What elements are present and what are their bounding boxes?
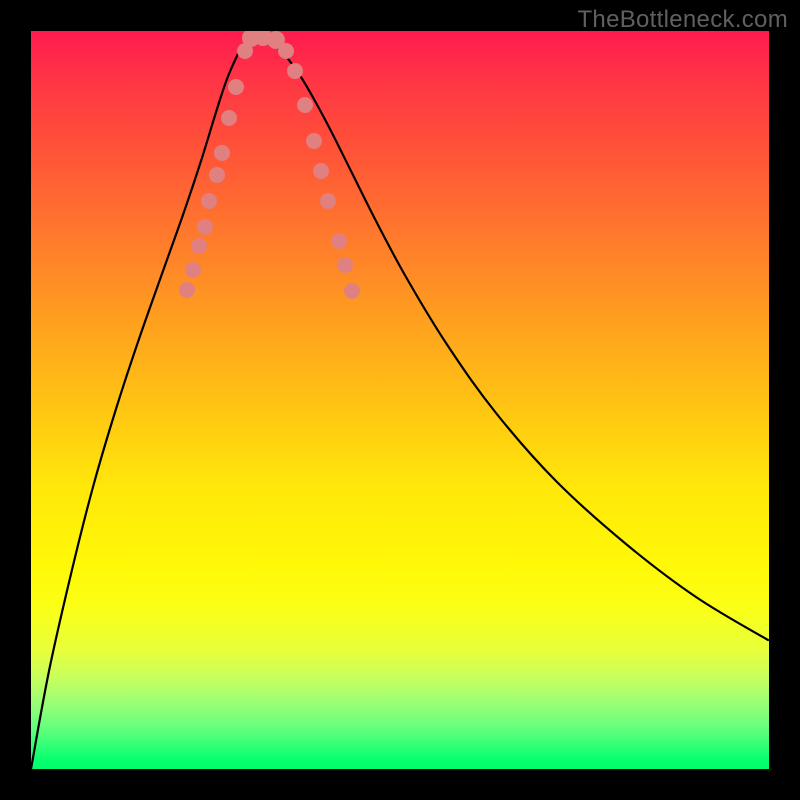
watermark-label: TheBottleneck.com (577, 6, 788, 34)
data-point-marker (344, 283, 360, 299)
data-point-marker (221, 110, 237, 126)
chart-frame: TheBottleneck.com (0, 0, 800, 800)
curve-markers (179, 31, 360, 299)
chart-svg (31, 31, 769, 769)
data-point-marker (197, 219, 213, 235)
plot-area (31, 31, 769, 769)
data-point-marker (228, 79, 244, 95)
data-point-marker (214, 145, 230, 161)
data-point-marker (191, 238, 207, 254)
data-point-marker (278, 43, 294, 59)
data-point-marker (287, 63, 303, 79)
data-point-marker (337, 257, 353, 273)
data-point-marker (179, 282, 195, 298)
data-point-marker (331, 233, 347, 249)
data-point-marker (297, 97, 313, 113)
data-point-marker (320, 193, 336, 209)
data-point-marker (185, 262, 201, 278)
data-point-marker (201, 193, 217, 209)
data-point-marker (306, 133, 322, 149)
data-point-marker (209, 167, 225, 183)
data-point-marker (313, 163, 329, 179)
curve-right-branch (253, 36, 768, 640)
